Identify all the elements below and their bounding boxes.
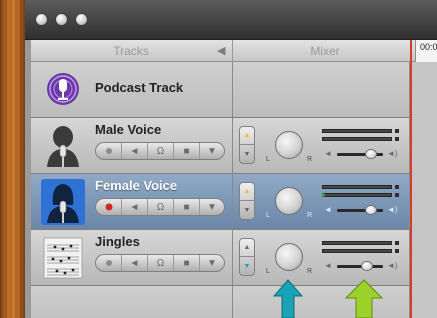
column-divider	[232, 286, 233, 318]
volume-slider-thumb[interactable]	[361, 261, 373, 271]
clip-indicator	[395, 137, 399, 141]
sheet-music-icon	[41, 235, 85, 281]
down-arrow-icon[interactable]: ▼	[240, 145, 254, 163]
speaker-icon[interactable]: ◄	[122, 143, 148, 159]
pan-stepper[interactable]: ▲ ▼	[239, 126, 255, 164]
track-control-group: ◄ Ω ■ ▼	[95, 142, 225, 160]
pan-knob[interactable]	[275, 243, 303, 271]
level-meter-right	[322, 249, 392, 253]
pan-left-label: L	[266, 268, 270, 275]
record-icon[interactable]	[96, 143, 122, 159]
zoom-button[interactable]	[75, 13, 88, 26]
column-divider	[232, 118, 233, 173]
clip-indicator	[395, 241, 399, 245]
speaker-high-icon: ◄)	[387, 149, 398, 158]
ruler-label: 00:0	[420, 42, 437, 52]
track-row-podcast[interactable]: Podcast Track	[31, 62, 409, 118]
up-arrow-icon[interactable]: ▲	[240, 183, 254, 201]
speaker-low-icon: ◄	[324, 261, 332, 270]
track-row-female-voice[interactable]: Female Voice ◄ Ω ■ ▼ ▲ ▼ L R ◄ ◄)	[31, 174, 409, 230]
speaker-icon[interactable]: ◄	[122, 199, 148, 215]
female-voice-microphone-icon	[41, 179, 85, 225]
header-divider	[232, 40, 233, 62]
level-meter-right	[322, 137, 392, 141]
mixer-header[interactable]: Mixer	[239, 44, 411, 58]
speaker-high-icon: ◄)	[387, 261, 398, 270]
lock-icon[interactable]: ■	[174, 199, 200, 215]
column-divider	[232, 62, 233, 117]
track-control-group: ◄ Ω ■ ▼	[95, 198, 225, 216]
down-arrow-icon[interactable]: ▼	[240, 257, 254, 275]
pan-right-label: R	[307, 268, 313, 275]
pan-knob[interactable]	[275, 131, 303, 159]
volume-slider[interactable]	[337, 265, 383, 268]
clip-indicator	[395, 129, 399, 133]
column-headers: Tracks ◀ Mixer 00:0	[31, 40, 437, 62]
chevron-down-icon[interactable]: ▼	[200, 255, 224, 271]
pan-right-label: R	[307, 212, 313, 219]
lock-icon[interactable]: ■	[174, 255, 200, 271]
chevron-down-icon[interactable]: ▼	[200, 143, 224, 159]
track-name: Male Voice	[95, 122, 162, 137]
volume-slider-thumb[interactable]	[365, 205, 377, 215]
desktop-background	[0, 0, 25, 318]
track-name: Female Voice	[95, 178, 178, 193]
garageband-window: Tracks ◀ Mixer 00:0 Podcast Track Male V…	[25, 0, 437, 318]
pan-knob[interactable]	[275, 187, 303, 215]
volume-slider-thumb[interactable]	[365, 149, 377, 159]
track-name: Jingles	[95, 234, 140, 249]
level-meter-right	[322, 193, 392, 197]
clip-indicator	[395, 185, 399, 189]
playhead[interactable]	[410, 40, 412, 318]
headphones-icon[interactable]: Ω	[148, 255, 174, 271]
triangle-left-icon[interactable]: ◀	[217, 44, 225, 57]
close-button[interactable]	[35, 13, 48, 26]
track-row-male-voice[interactable]: Male Voice ◄ Ω ■ ▼ ▲ ▼ L R ◄ ◄)	[31, 118, 409, 174]
record-icon[interactable]	[96, 255, 122, 271]
speaker-icon[interactable]: ◄	[122, 255, 148, 271]
timeline-area[interactable]	[409, 62, 437, 318]
headphones-icon[interactable]: Ω	[148, 143, 174, 159]
up-arrow-icon[interactable]: ▲	[240, 239, 254, 257]
up-arrow-icon[interactable]: ▲	[240, 127, 254, 145]
pan-left-label: L	[266, 212, 270, 219]
track-name: Podcast Track	[95, 80, 184, 95]
male-voice-microphone-icon	[41, 123, 85, 169]
lock-icon[interactable]: ■	[174, 143, 200, 159]
speaker-low-icon: ◄	[324, 205, 332, 214]
track-control-group: ◄ Ω ■ ▼	[95, 254, 225, 272]
title-bar	[25, 0, 437, 40]
level-meter-left	[322, 241, 392, 245]
column-divider	[232, 174, 233, 229]
up-arrow-icon	[344, 278, 384, 318]
level-meter-left	[322, 185, 392, 189]
clip-indicator	[395, 249, 399, 253]
record-icon[interactable]	[96, 199, 122, 215]
speaker-low-icon: ◄	[324, 149, 332, 158]
tracks-header[interactable]: Tracks	[31, 44, 231, 58]
speaker-high-icon: ◄)	[387, 205, 398, 214]
pan-stepper[interactable]: ▲ ▼	[239, 182, 255, 220]
clip-indicator	[395, 193, 399, 197]
timeline-ruler[interactable]: 00:0	[415, 40, 437, 62]
level-meter-left	[322, 129, 392, 133]
minimize-button[interactable]	[55, 13, 68, 26]
pan-stepper[interactable]: ▲ ▼	[239, 238, 255, 276]
column-divider	[232, 230, 233, 285]
down-arrow-icon[interactable]: ▼	[240, 201, 254, 219]
chevron-down-icon[interactable]: ▼	[200, 199, 224, 215]
up-arrow-icon	[272, 278, 304, 318]
pan-right-label: R	[307, 156, 313, 163]
podcast-microphone-icon	[41, 67, 85, 113]
headphones-icon[interactable]: Ω	[148, 199, 174, 215]
pan-left-label: L	[266, 156, 270, 163]
